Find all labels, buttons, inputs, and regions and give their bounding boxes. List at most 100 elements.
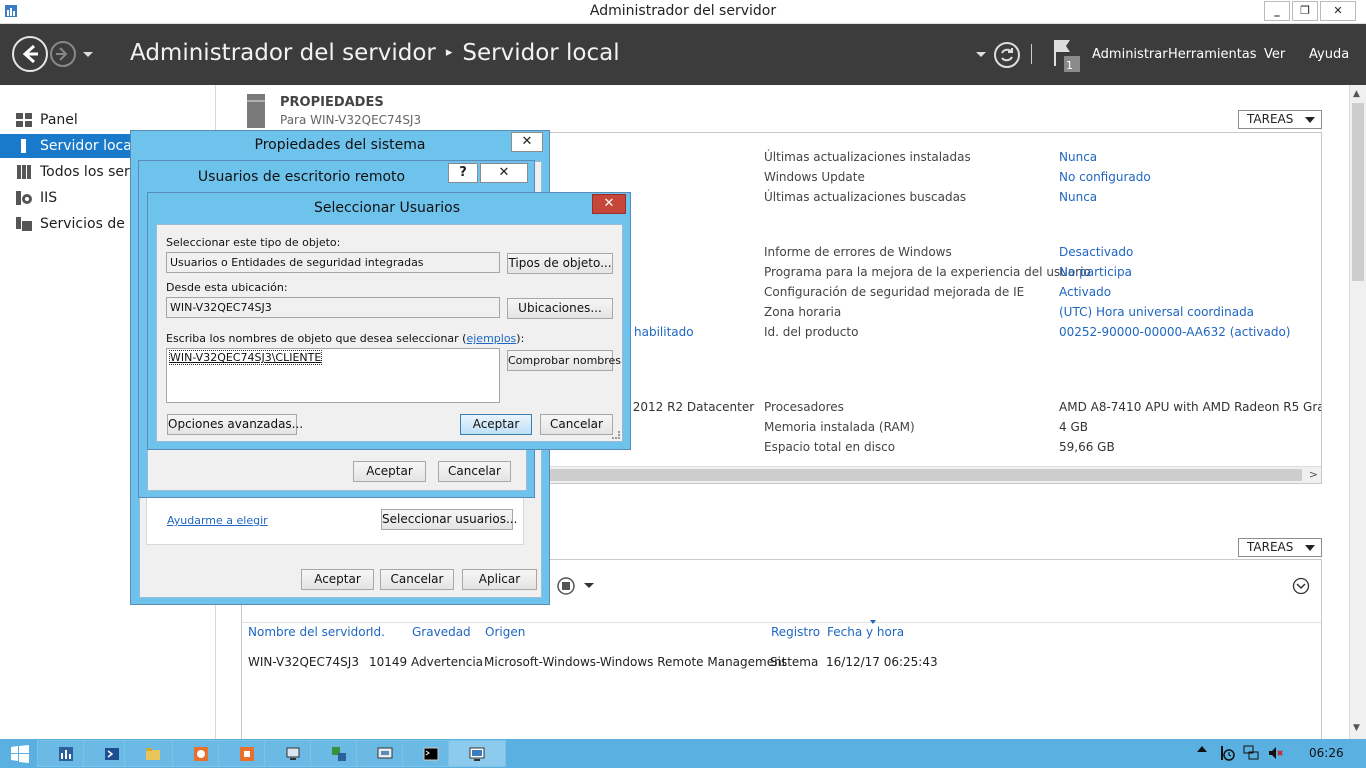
prop-label: Memoria instalada (RAM) [764, 420, 915, 434]
expand-collapse-icon[interactable] [1292, 577, 1310, 595]
minimize-button[interactable]: _ [1264, 1, 1290, 21]
menu-ver[interactable]: Ver [1264, 47, 1285, 62]
apply-button[interactable]: Aplicar [462, 569, 537, 590]
app-generic-icon [286, 747, 300, 760]
sidebar-item-panel[interactable]: Panel [0, 108, 216, 132]
volume-muted-icon[interactable] [1268, 745, 1284, 761]
prop-label: Últimas actualizaciones buscadas [764, 190, 967, 204]
back-button[interactable] [12, 36, 48, 72]
menu-ayuda[interactable]: Ayuda [1309, 47, 1349, 62]
prop-label: Configuración de seguridad mejorada de I… [764, 285, 1025, 299]
app-orange-icon [194, 747, 208, 761]
app-network-icon [332, 747, 346, 761]
events-tasks-dropdown[interactable]: TAREAS [1238, 538, 1322, 557]
prop-value-text: 4 GB [1059, 420, 1088, 434]
os-version-text: r 2012 R2 Datacenter [624, 400, 755, 414]
prop-label: Procesadores [764, 400, 844, 414]
prop-value-link[interactable]: Desactivado [1059, 245, 1133, 259]
properties-subtitle: Para WIN-V32QEC74SJ3 [280, 113, 422, 127]
advanced-options-button[interactable]: Opciones avanzadas... [167, 414, 303, 435]
cancel-button[interactable]: Cancelar [540, 414, 613, 435]
dialog-title: Propiedades del sistema [254, 137, 426, 153]
action-center-icon[interactable] [1219, 745, 1235, 761]
forward-arrow-icon [56, 47, 68, 61]
prop-value-link[interactable]: No participa [1059, 265, 1132, 279]
scroll-up-icon[interactable]: ▲ [1353, 89, 1360, 99]
column-header-log[interactable]: Registro [771, 625, 820, 639]
hscroll-thumb[interactable] [542, 469, 1302, 481]
help-button[interactable]: ? [448, 163, 478, 183]
vscroll-thumb[interactable] [1352, 103, 1364, 281]
powershell-icon [105, 748, 119, 760]
object-names-value: WIN-V32QEC74SJ3\CLIENTE [168, 350, 323, 365]
save-query-icon[interactable] [557, 577, 575, 595]
column-header-severity[interactable]: Gravedad [412, 625, 471, 639]
network-icon[interactable] [1243, 745, 1259, 761]
taskbar-clock[interactable]: 06:26 [1309, 746, 1344, 760]
prop-value-text: AMD A8-7410 APU with AMD Radeon R5 Graph… [1059, 400, 1321, 414]
back-arrow-icon [22, 44, 38, 64]
app-control-icon [377, 747, 393, 759]
select-users-button[interactable]: Seleccionar usuarios... [381, 509, 517, 530]
file-services-icon [16, 217, 32, 231]
refresh-icon[interactable] [993, 41, 1021, 69]
cancel-button[interactable]: Cancelar [438, 461, 511, 482]
cancel-button[interactable]: Cancelar [380, 569, 454, 590]
menu-herramientas[interactable]: Herramientas [1168, 47, 1257, 62]
object-names-label-prefix: Escriba los nombres de objeto que desea … [166, 332, 467, 345]
cell-log: Sistema [770, 655, 819, 669]
close-icon[interactable]: ✕ [592, 194, 626, 214]
close-icon[interactable]: ✕ [480, 163, 528, 183]
sidebar-item-label: Servidor local [40, 138, 136, 154]
prop-value-link[interactable]: (UTC) Hora universal coordinada [1059, 305, 1254, 319]
prop-value-link[interactable]: Nunca [1059, 190, 1097, 204]
location-label: Desde esta ubicación: [166, 281, 288, 294]
sort-indicator-icon [870, 620, 876, 624]
app-header: Administrador del servidor ▸ Servidor loca… [0, 24, 1366, 85]
prop-value-link[interactable]: Activado [1059, 285, 1111, 299]
close-icon[interactable]: ✕ [511, 132, 543, 152]
chevron-right-icon[interactable]: > [1309, 468, 1318, 481]
scroll-down-icon[interactable]: ▼ [1353, 723, 1360, 733]
chevron-down-icon [1305, 545, 1315, 551]
refresh-dropdown-icon[interactable] [976, 52, 986, 58]
breadcrumb: Administrador del servidor ▸ Servidor loca… [130, 40, 620, 66]
ok-button[interactable]: Aceptar [301, 569, 374, 590]
object-names-textarea[interactable]: WIN-V32QEC74SJ3\CLIENTE [166, 348, 500, 403]
menu-administrar[interactable]: Administrar [1092, 47, 1168, 62]
history-dropdown-icon[interactable] [82, 51, 94, 59]
resize-grip-icon[interactable] [612, 431, 620, 439]
window-title: Administrador del servidor [589, 3, 777, 19]
save-dropdown-icon[interactable] [584, 583, 594, 589]
start-icon[interactable] [10, 744, 30, 764]
column-header-date-time[interactable]: Fecha y hora [827, 625, 904, 639]
prop-label: Id. del producto [764, 325, 859, 339]
prop-value-link[interactable]: 00252-90000-00000-AA632 (activado) [1059, 325, 1291, 339]
prop-value-link[interactable]: No configurado [1059, 170, 1151, 184]
cell-date-time: 16/12/17 06:25:43 [826, 655, 938, 669]
iis-icon [16, 191, 32, 205]
remote-desktop-icon [469, 747, 485, 761]
forward-button[interactable] [50, 41, 76, 67]
breadcrumb-root[interactable]: Administrador del servidor [130, 40, 436, 66]
ok-button[interactable]: Aceptar [460, 414, 532, 435]
taskbar: 06:26 [0, 739, 1366, 768]
remote-desktop-status-link[interactable]: habilitado [634, 325, 694, 339]
close-window-button[interactable]: ✕ [1320, 1, 1356, 21]
object-types-button[interactable]: Tipos de objeto... [507, 253, 613, 274]
check-names-button[interactable]: Comprobar nombres [507, 350, 621, 371]
ok-button[interactable]: Aceptar [353, 461, 426, 482]
table-row[interactable]: WIN-V32QEC74SJ3 10149 Advertencia Micros… [242, 653, 1321, 673]
prop-value-link[interactable]: Nunca [1059, 150, 1097, 164]
column-header-source[interactable]: Origen [485, 625, 525, 639]
column-header-server-name[interactable]: Nombre del servidor [248, 625, 371, 639]
help-me-choose-link[interactable]: Ayudarme a elegir [167, 514, 268, 527]
examples-link[interactable]: ejemplos [466, 332, 516, 345]
properties-tasks-dropdown[interactable]: TAREAS [1238, 110, 1322, 129]
locations-button[interactable]: Ubicaciones... [507, 298, 613, 319]
taskbar-item-remote-desktop[interactable] [448, 740, 506, 767]
column-header-id[interactable]: Id. [370, 625, 385, 639]
main-vscrollbar[interactable]: ▲ ▼ [1349, 85, 1366, 739]
tray-overflow-icon[interactable] [1197, 746, 1207, 752]
restore-button[interactable]: ❐ [1292, 1, 1318, 21]
